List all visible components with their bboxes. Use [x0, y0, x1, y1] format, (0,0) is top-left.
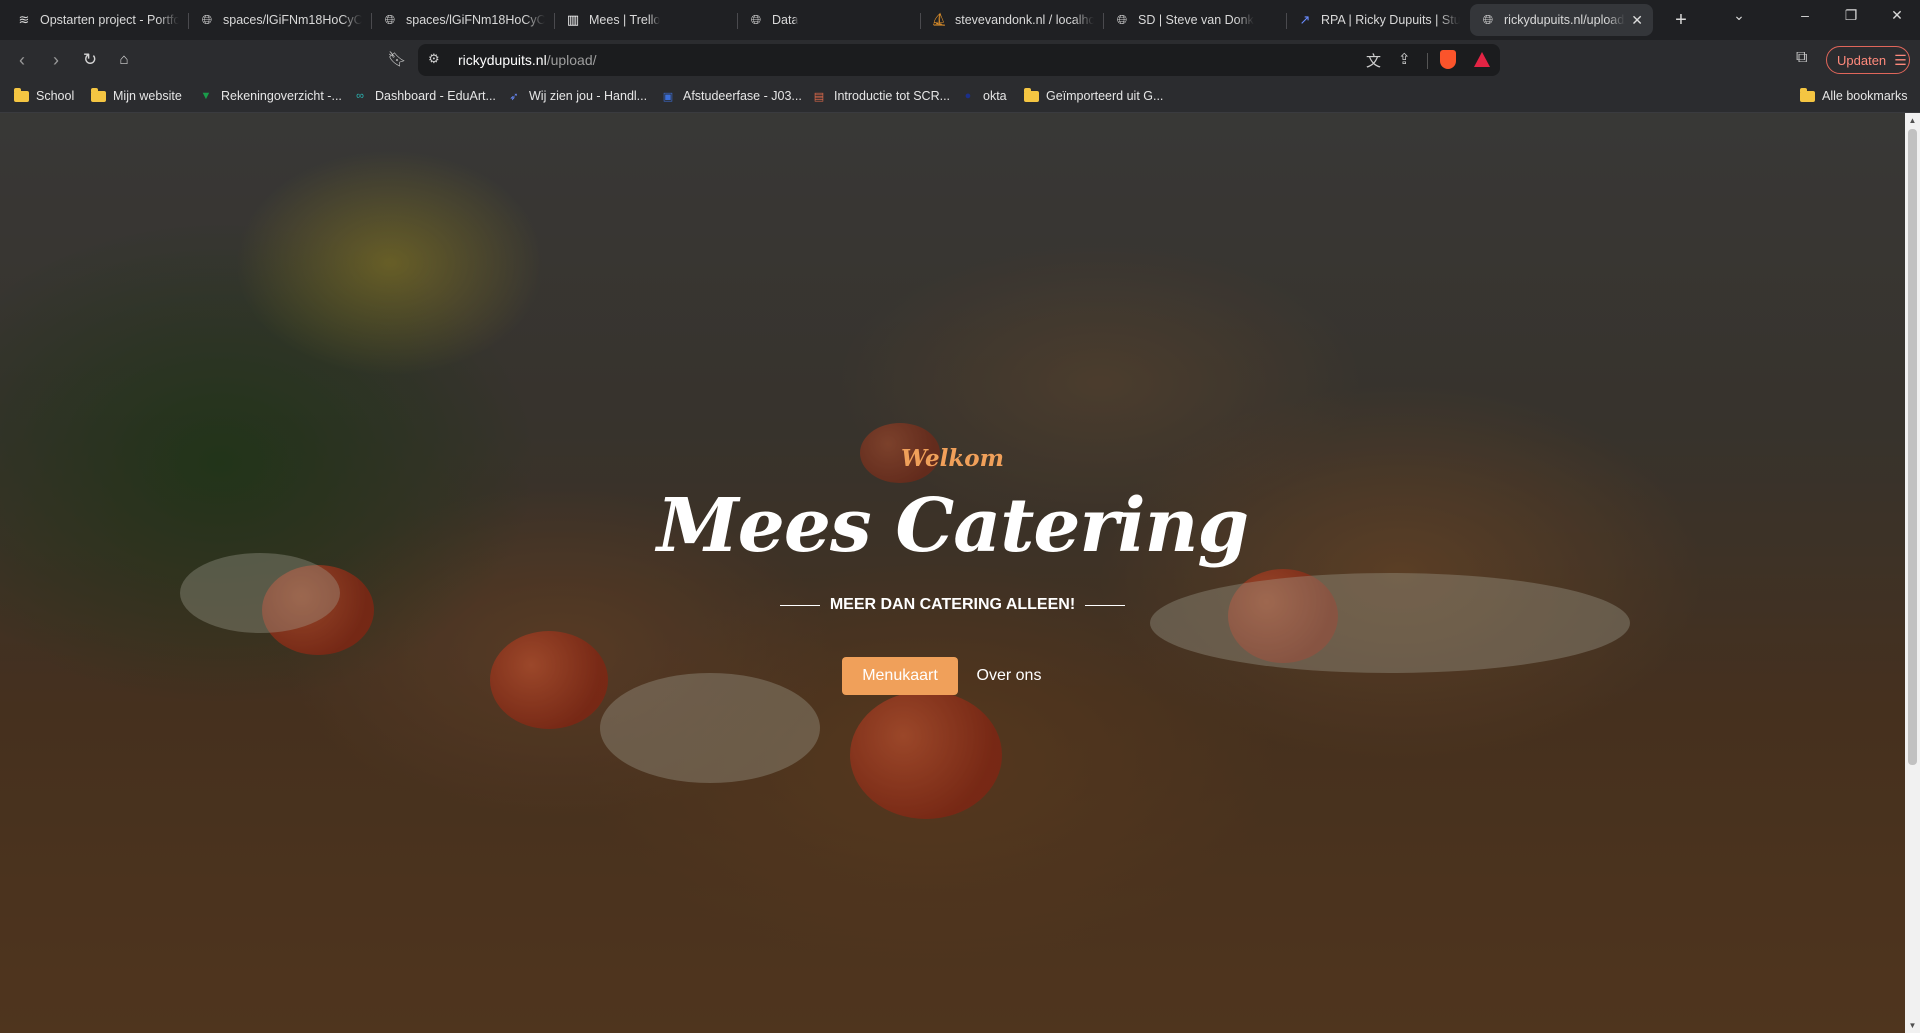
bookmark-school[interactable]: School — [14, 86, 74, 106]
site-info-icon[interactable]: ⚙ — [428, 51, 440, 67]
minimize-button[interactable]: – — [1782, 7, 1828, 23]
close-tab-icon[interactable]: ✕ — [1625, 12, 1643, 29]
tab-steve-van-donk[interactable]: 🌐︎ SD | Steve van Donk — [1104, 5, 1287, 35]
tab-data[interactable]: 🌐︎ Data — [738, 5, 921, 35]
back-icon[interactable]: ‹ — [10, 48, 34, 72]
tab-spaces-2[interactable]: 🌐︎ spaces/lGiFNm18HoCyCW — [372, 5, 555, 35]
okta-icon: ● — [964, 90, 972, 102]
page-scrollbar[interactable]: ▲ ▼ — [1905, 113, 1920, 1033]
globe-icon: 🌐︎ — [384, 12, 396, 27]
tab-strip: ≋ Opstarten project - Portfolio 🌐︎ space… — [0, 0, 1920, 40]
bookmark-wij-zien-jou[interactable]: ➶ Wij zien jou - Handl... — [506, 86, 647, 106]
bookmark-mijn-website[interactable]: Mijn website — [91, 86, 182, 106]
trello-icon: ▥ — [566, 12, 580, 27]
globe-icon: 🌐︎ — [1482, 12, 1494, 27]
bookmark-eduarte[interactable]: ∞ Dashboard - EduArt... — [352, 86, 496, 106]
scroll-up-icon[interactable]: ▲ — [1905, 116, 1920, 125]
folder-icon — [14, 87, 29, 102]
ing-icon: ▼ — [200, 90, 212, 102]
bookmark-okta[interactable]: ● okta — [960, 86, 1007, 106]
scrollbar-thumb[interactable] — [1908, 129, 1917, 765]
menu-icon: ☰ — [1894, 51, 1907, 68]
all-bookmarks[interactable]: Alle bookmarks — [1800, 86, 1907, 106]
folder-icon — [1800, 87, 1815, 102]
tab-portfolio[interactable]: ≋ Opstarten project - Portfolio — [6, 5, 189, 35]
brand-title: Mees Catering — [656, 483, 1249, 569]
divider-line — [779, 604, 820, 606]
bookmark-rekeningoverzicht[interactable]: ▼ Rekeningoverzicht -... — [198, 86, 342, 106]
tab-trello[interactable]: ▥ Mees | Trello — [555, 5, 738, 35]
translate-icon[interactable]: 文 — [1366, 50, 1381, 71]
phpmyadmin-icon: ⛵︎ — [930, 12, 948, 27]
share-icon[interactable]: ⇪ — [1398, 50, 1411, 68]
extensions-icon[interactable]: ⧉ — [1796, 49, 1807, 67]
layers-icon: ≋ — [18, 12, 30, 27]
forward-icon[interactable]: › — [44, 48, 68, 72]
globe-icon: 🌐︎ — [1116, 12, 1128, 27]
rocket-icon: ➶ — [509, 90, 519, 103]
folder-icon — [1024, 87, 1039, 102]
tab-spaces-1[interactable]: 🌐︎ spaces/lGiFNm18HoCyCW — [189, 5, 372, 35]
new-tab-button[interactable]: + — [1669, 9, 1693, 32]
bookmark-afstudeerfase[interactable]: ▣ Afstudeerfase - J03... — [660, 86, 802, 106]
jira-icon: ▣ — [662, 90, 674, 103]
bookmark-geimporteerd[interactable]: Geïmporteerd uit G... — [1024, 86, 1163, 106]
eduarte-icon: ∞ — [356, 90, 364, 102]
doc-icon: ▤ — [813, 90, 825, 103]
window-controls: ⌄ – ❐ ✕ — [1716, 0, 1920, 30]
scroll-down-icon[interactable]: ▼ — [1905, 1021, 1920, 1030]
close-window-button[interactable]: ✕ — [1874, 7, 1920, 24]
globe-icon: 🌐︎ — [201, 12, 213, 27]
tab-rpa[interactable]: ↗ RPA | Ricky Dupuits | Student — [1287, 5, 1470, 35]
globe-icon: 🌐︎ — [750, 12, 762, 27]
divider-line — [1085, 604, 1126, 606]
tab-search-icon[interactable]: ⌄ — [1716, 7, 1762, 24]
bookmark-introductie-scrum[interactable]: ▤ Introductie tot SCR... — [811, 86, 950, 106]
address-bar[interactable]: ⚙ rickydupuits.nl/upload/ 文 ⇪ — [418, 44, 1500, 76]
brave-shield-icon[interactable] — [1440, 50, 1456, 69]
tab-phpmyadmin[interactable]: ⛵︎ stevevandonk.nl / localhost — [921, 5, 1104, 35]
tab-active-upload[interactable]: 🌐︎ rickydupuits.nl/upload/ ✕ — [1470, 4, 1653, 36]
brave-rewards-icon[interactable] — [1474, 52, 1490, 67]
restore-button[interactable]: ❐ — [1828, 7, 1874, 24]
hero-section: Welkom Mees Catering MEER DAN CATERING A… — [0, 113, 1905, 1033]
tagline: MEER DAN CATERING ALLEEN! — [0, 596, 1905, 614]
bookmarks-bar: School Mijn website ▼ Rekeningoverzicht … — [0, 80, 1920, 113]
rpa-icon: ↗ — [1299, 12, 1311, 27]
welcome-text: Welkom — [901, 445, 1004, 472]
home-icon[interactable]: ⌂ — [112, 48, 136, 72]
menukaart-button[interactable]: Menukaart — [842, 657, 958, 695]
update-button[interactable]: Updaten ☰ — [1826, 46, 1910, 74]
hero-content: Welkom Mees Catering MEER DAN CATERING A… — [0, 113, 1905, 1033]
reload-icon[interactable]: ↻ — [78, 48, 102, 72]
over-ons-button[interactable]: Over ons — [966, 657, 1052, 695]
url-text[interactable]: rickydupuits.nl/upload/ — [458, 52, 597, 68]
bookmark-page-icon[interactable]: 🔖︎ — [386, 48, 408, 72]
browser-toolbar: ‹ › ↻ ⌂ 🔖︎ ⚙ rickydupuits.nl/upload/ 文 ⇪… — [0, 40, 1920, 80]
folder-icon — [91, 87, 106, 102]
